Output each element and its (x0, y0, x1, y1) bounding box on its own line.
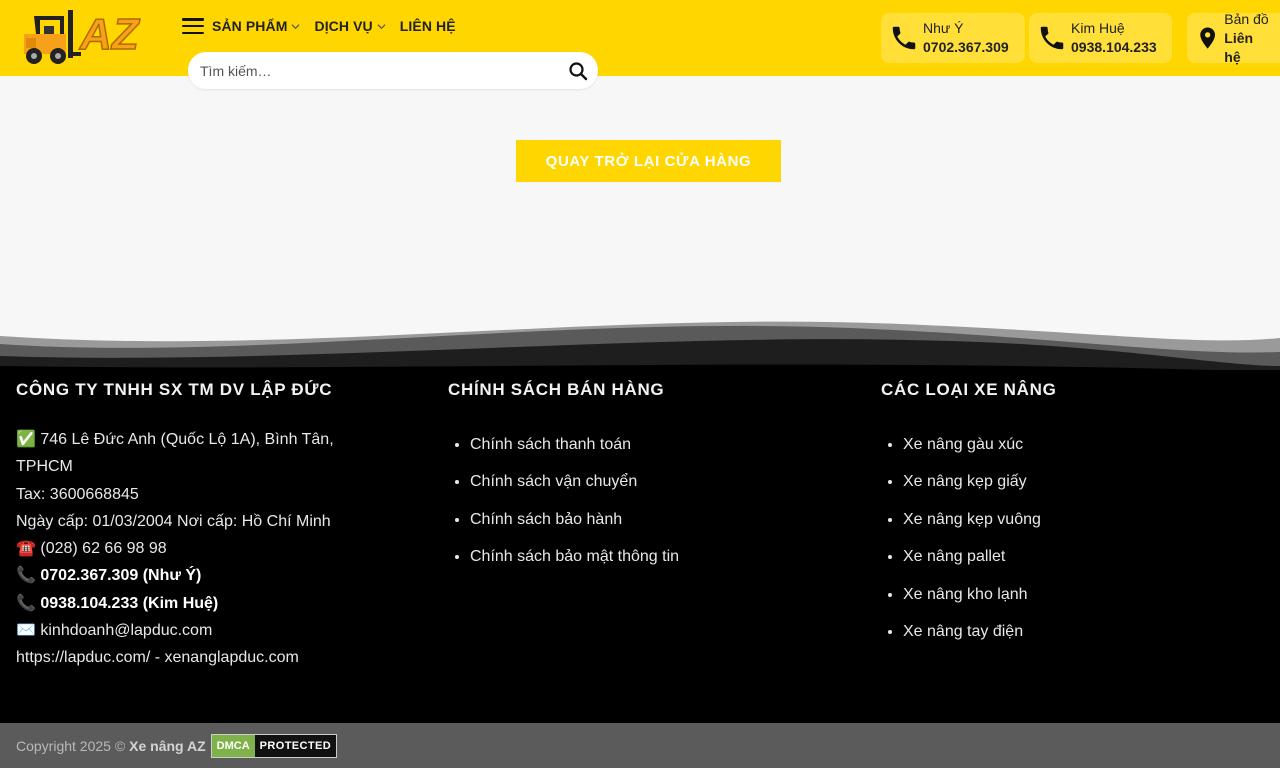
footer-forklift-title: CÁC LOẠI XE NÂNG (881, 380, 1057, 399)
phone-icon (892, 26, 916, 50)
contact-phone: Liên hệ (1224, 29, 1254, 65)
logo-text: AZ (79, 9, 139, 60)
dmca-protected-label: PROTECTED (254, 734, 337, 757)
footer-phone-1[interactable]: 📞 0702.367.309 (Như Ý) (16, 562, 376, 589)
forklift-link[interactable]: Xe nâng kẹp vuông (903, 501, 1261, 538)
footer-address: ✅ 746 Lê Đức Anh (Quốc Lộ 1A), Bình Tân,… (16, 426, 376, 481)
email-icon: ✉️ (16, 622, 36, 640)
footer-wave-divider (0, 321, 1280, 376)
phone-text: 0702.367.309 (Như Ý) (40, 567, 202, 585)
phone-icon: 📞 (16, 567, 36, 585)
map-pin-icon (1200, 27, 1216, 49)
check-icon: ✅ (16, 431, 36, 448)
copyright-text: Copyright 2025 © (16, 737, 126, 754)
phone-text: 0938.104.233 (Kim Huệ) (40, 594, 219, 612)
address-text: 746 Lê Đức Anh (Quốc Lộ 1A), Bình Tân, T… (16, 431, 334, 476)
copyright-bar: Copyright 2025 © Xe nâng AZ DMCA PROTECT… (0, 723, 1280, 768)
nav-item-dich-vu[interactable]: DỊCH VỤ (314, 18, 386, 34)
menu-icon[interactable] (182, 18, 204, 34)
nav-label: LIÊN HỆ (399, 18, 456, 34)
contact-map[interactable]: Bản đồ Liên hệ (1187, 10, 1280, 65)
contact-name: Như Ý (923, 20, 964, 36)
contact-name: Bản đồ (1224, 10, 1269, 27)
contact-phone: 0938.104.233 (1071, 39, 1157, 55)
site-header: AZ SẢN PHẨM DỊCH VỤ LIÊN HỆ Như Ý 0702.3… (0, 0, 1280, 89)
phone-icon: 📞 (16, 594, 36, 612)
footer-telephone: ☎️ (028) 62 66 98 98 (16, 535, 376, 562)
footer-email[interactable]: ✉️ kinhdoanh@lapduc.com (16, 617, 376, 644)
chevron-down-icon (291, 23, 300, 29)
contact-kim-hue[interactable]: Kim Huệ 0938.104.233 (1029, 13, 1172, 63)
copyright-brand[interactable]: Xe nâng AZ (129, 738, 206, 754)
dmca-badge[interactable]: DMCA PROTECTED (210, 733, 338, 758)
contact-nhu-y[interactable]: Như Ý 0702.367.309 (881, 13, 1025, 63)
phone-icon (1040, 26, 1064, 50)
site-footer: CÔNG TY TNHH SX TM DV LẬP ĐỨC ✅ 746 Lê Đ… (0, 370, 1280, 723)
forklift-link[interactable]: Xe nâng pallet (903, 538, 1261, 575)
policy-list: Chính sách thanh toán Chính sách vận chu… (448, 426, 828, 576)
nav-item-lien-he[interactable]: LIÊN HỆ (400, 18, 456, 34)
nav-label: DỊCH VỤ (314, 18, 373, 34)
search-icon[interactable] (568, 61, 588, 81)
dmca-label: DMCA (211, 734, 255, 757)
chevron-down-icon (377, 23, 386, 29)
footer-company-info: CÔNG TY TNHH SX TM DV LẬP ĐỨC ✅ 746 Lê Đ… (16, 380, 376, 672)
policy-link-warranty[interactable]: Chính sách bảo hành (470, 501, 828, 538)
footer-forklift-types: CÁC LOẠI XE NÂNG Xe nâng gàu xúc Xe nâng… (881, 380, 1261, 650)
contact-name: Kim Huệ (1071, 20, 1125, 36)
email-text: kinhdoanh@lapduc.com (40, 622, 213, 640)
policy-link-privacy[interactable]: Chính sách bảo mật thông tin (470, 538, 828, 575)
forklift-link[interactable]: Xe nâng kho lạnh (903, 576, 1261, 613)
search-input[interactable] (200, 62, 568, 79)
contact-phone: 0702.367.309 (923, 39, 1009, 55)
forklift-link[interactable]: Xe nâng kẹp giấy (903, 463, 1261, 500)
footer-policy-title: CHÍNH SÁCH BÁN HÀNG (448, 380, 665, 399)
telephone-text: (028) 62 66 98 98 (40, 540, 167, 558)
main-nav: SẢN PHẨM DỊCH VỤ LIÊN HỆ (182, 14, 470, 38)
site-logo[interactable]: AZ (20, 8, 144, 66)
forklift-link[interactable]: Xe nâng gàu xúc (903, 426, 1261, 463)
forklift-link[interactable]: Xe nâng tay điện (903, 613, 1261, 650)
search-bar (188, 52, 598, 89)
return-to-shop-button[interactable]: QUAY TRỞ LẠI CỬA HÀNG (516, 140, 781, 182)
nav-item-san-pham[interactable]: SẢN PHẨM (212, 18, 300, 34)
forklift-list: Xe nâng gàu xúc Xe nâng kẹp giấy Xe nâng… (881, 426, 1261, 650)
nav-label: SẢN PHẨM (212, 18, 288, 34)
footer-company-title: CÔNG TY TNHH SX TM DV LẬP ĐỨC (16, 380, 333, 399)
footer-phone-2[interactable]: 📞 0938.104.233 (Kim Huệ) (16, 590, 376, 617)
footer-tax: Tax: 3600668845 (16, 485, 139, 503)
footer-issued: Ngày cấp: 01/03/2004 Nơi cấp: Hồ Chí Min… (16, 512, 331, 530)
telephone-icon: ☎️ (16, 540, 36, 558)
policy-link-shipping[interactable]: Chính sách vận chuyển (470, 463, 828, 500)
footer-sales-policy: CHÍNH SÁCH BÁN HÀNG Chính sách thanh toá… (448, 380, 828, 576)
footer-website[interactable]: https://lapduc.com/ - xenanglapduc.com (16, 644, 376, 671)
policy-link-payment[interactable]: Chính sách thanh toán (470, 426, 828, 463)
